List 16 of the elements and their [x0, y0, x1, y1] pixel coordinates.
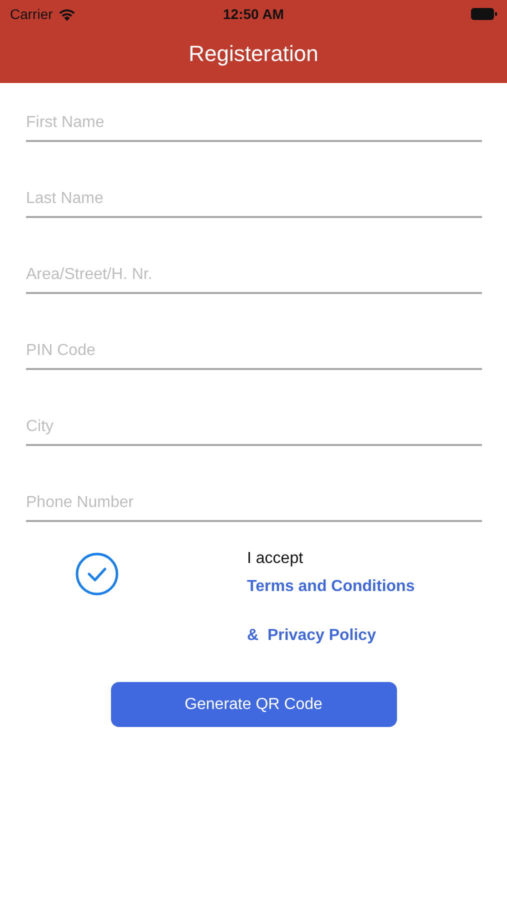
carrier-label: Carrier — [10, 6, 53, 22]
generate-button[interactable]: Generate QR Code — [110, 682, 396, 727]
text-field[interactable]: Area/Street/H. Nr. — [26, 259, 482, 294]
accept-label: I accept — [247, 549, 304, 569]
text-field[interactable]: First Name — [26, 107, 482, 142]
page-title: Registeration — [188, 40, 318, 68]
privacy-link[interactable]: & Privacy Policy — [247, 625, 376, 647]
wifi-icon — [58, 8, 76, 20]
checkbox[interactable] — [75, 552, 119, 596]
clock-time: 12:50 AM — [223, 6, 284, 22]
text-field[interactable]: Phone Number — [26, 487, 482, 522]
terms-link[interactable]: Terms and Conditions — [247, 576, 415, 598]
text-field[interactable]: City — [26, 411, 482, 446]
text-field[interactable]: Last Name — [26, 183, 482, 218]
text-field[interactable]: PIN Code — [26, 335, 482, 370]
battery-icon — [470, 8, 497, 20]
